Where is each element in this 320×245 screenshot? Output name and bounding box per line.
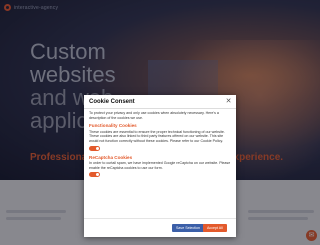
dialog-title: Cookie Consent	[89, 99, 135, 105]
recaptcha-cookies-title: ReCaptcha Cookies	[89, 154, 133, 160]
accept-all-button[interactable]: Accept All	[203, 224, 227, 232]
close-icon[interactable]: ✕	[225, 98, 232, 105]
toggle-knob	[96, 146, 99, 150]
recaptcha-cookies-toggle[interactable]	[89, 172, 100, 178]
functionality-cookies-text: These cookies are essential to ensure th…	[89, 129, 225, 143]
functionality-cookies-toggle[interactable]	[89, 145, 100, 151]
toggle-knob	[96, 173, 99, 177]
divider	[84, 108, 236, 109]
cookie-consent-dialog: Cookie Consent ✕ To protect your privacy…	[84, 95, 236, 237]
recaptcha-cookies-text: In order to curtail spam, we have implem…	[89, 161, 231, 170]
dialog-body: To protect your privacy and only use coo…	[89, 111, 231, 182]
dialog-intro: To protect your privacy and only use coo…	[89, 111, 219, 120]
functionality-cookies-title: Functionality Cookies	[89, 123, 137, 129]
save-selection-button[interactable]: Save Selection	[172, 224, 204, 232]
dialog-footer: Save Selection Accept All	[84, 218, 236, 237]
